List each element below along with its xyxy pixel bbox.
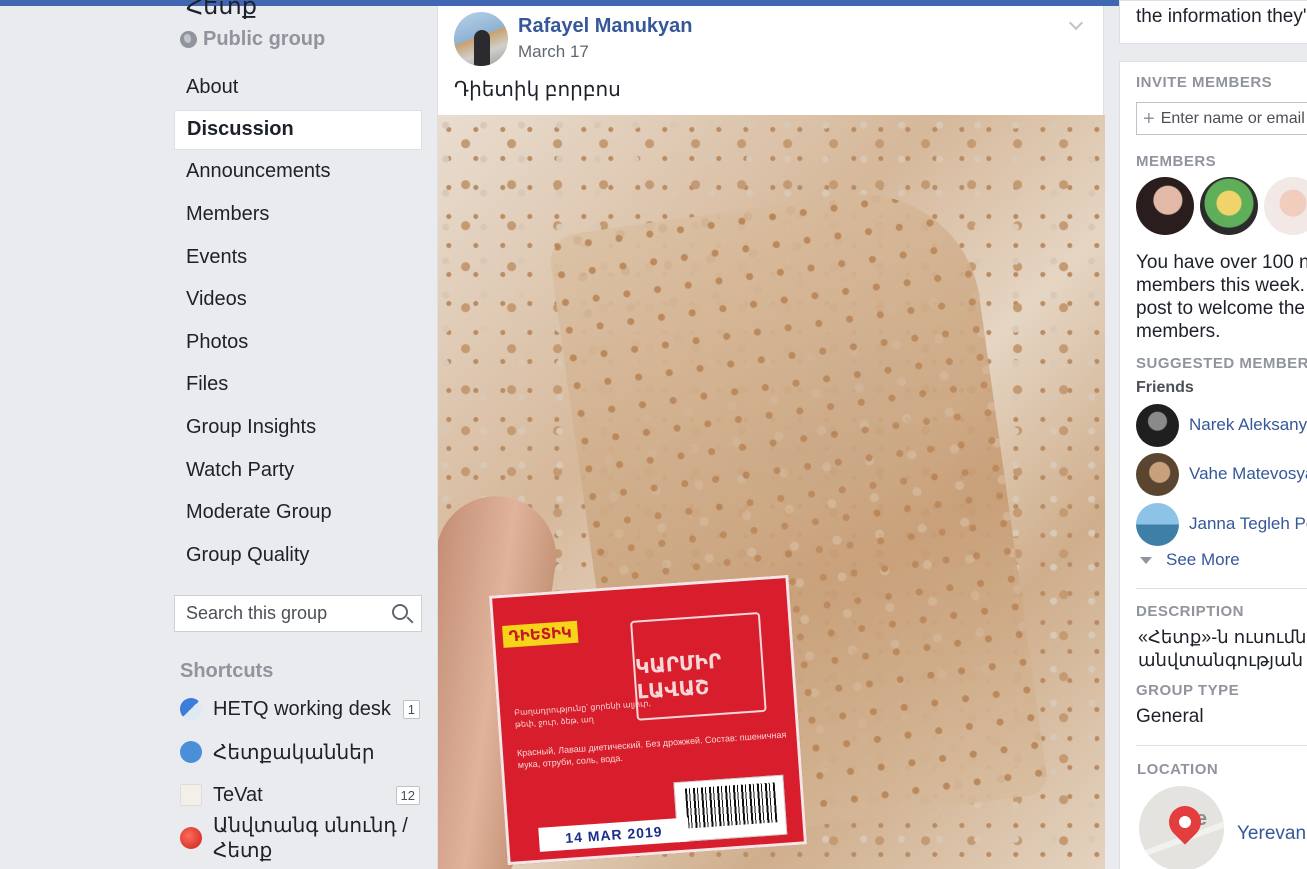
- search-input[interactable]: [186, 603, 382, 624]
- right-top-text: the information they're: [1136, 6, 1307, 27]
- barcode: [673, 774, 788, 843]
- friends-label: Friends: [1136, 379, 1194, 396]
- suggested-member-name[interactable]: Janna Tegleh Po: [1189, 514, 1307, 534]
- nav-item-members[interactable]: Members: [174, 193, 422, 236]
- left-sidebar: Հետք Public group About Discussion Annou…: [0, 0, 437, 869]
- avatar[interactable]: [1200, 177, 1258, 235]
- post-text: Դիետիկ բորբոս: [454, 79, 621, 101]
- suggested-member-name[interactable]: Narek Aleksanyan: [1189, 415, 1307, 435]
- nav-item-group-quality[interactable]: Group Quality: [174, 534, 422, 577]
- avatar: [1136, 452, 1179, 496]
- globe-icon: [180, 31, 197, 48]
- location-heading: LOCATION: [1137, 761, 1219, 778]
- group-privacy-label: Public group: [203, 28, 326, 50]
- nav-item-announcements[interactable]: Announcements: [174, 151, 422, 194]
- suggested-member[interactable]: Vahe Matevosyan: [1136, 452, 1307, 496]
- see-more-label: See More: [1166, 550, 1240, 569]
- nav-item-about[interactable]: About: [174, 66, 422, 109]
- group-title[interactable]: Հետք: [186, 0, 257, 21]
- tomato-icon: [180, 827, 202, 849]
- nav-item-videos[interactable]: Videos: [174, 278, 422, 321]
- see-more-button[interactable]: See More: [1140, 550, 1240, 570]
- avatar: [1136, 403, 1179, 447]
- shortcut-count-badge: 1: [402, 699, 420, 719]
- shield-icon: [180, 698, 202, 720]
- avatar: [1136, 502, 1179, 546]
- tevat-logo-icon: [180, 784, 202, 806]
- nav-item-group-insights[interactable]: Group Insights: [174, 406, 422, 449]
- label-ru-text: Красный, Лаваш диетический. Без дрожжей.…: [516, 729, 787, 771]
- invite-members-heading: INVITE MEMBERS: [1136, 74, 1273, 91]
- suggested-members-heading: SUGGESTED MEMBERS: [1136, 355, 1307, 372]
- right-column: INVITE MEMBERS + MEMBERS You have over 1…: [1119, 61, 1307, 869]
- shortcut-item[interactable]: Անվտանգ սնունդ / Հետք: [180, 815, 420, 862]
- suggested-member[interactable]: Narek Aleksanyan: [1136, 403, 1307, 447]
- shortcut-item[interactable]: Հետքականներ: [180, 732, 420, 772]
- avatar[interactable]: [1264, 177, 1307, 235]
- triangle-down-icon: [1140, 556, 1152, 564]
- shortcut-item[interactable]: TeVat 12: [180, 775, 420, 815]
- group-type-value: General: [1136, 706, 1204, 727]
- label-ingredients: Բաղադրությունը՝ ցորենի ալյուր, թեփ, ջուր…: [513, 698, 652, 730]
- group-type-heading: GROUP TYPE: [1136, 682, 1240, 699]
- group-description: «Հետք»-ն ուսումնասիր անվտանգության ոլորտ: [1138, 627, 1307, 670]
- post-photo[interactable]: ԴԻԵՏԻԿ ԿԱՐՄԻՐ ԼԱՎԱՇ Բաղադրությունը՝ ցորե…: [438, 115, 1105, 869]
- description-heading: DESCRIPTION: [1136, 603, 1245, 620]
- nav-item-events[interactable]: Events: [174, 236, 422, 279]
- shortcuts-heading: Shortcuts: [180, 660, 274, 682]
- nav-item-discussion[interactable]: Discussion: [174, 109, 422, 150]
- author-avatar[interactable]: [454, 12, 508, 66]
- nav-item-watch-party[interactable]: Watch Party: [174, 449, 422, 492]
- search-icon[interactable]: [392, 604, 408, 620]
- group-privacy: Public group: [180, 28, 325, 51]
- nav-item-moderate-group[interactable]: Moderate Group: [174, 491, 422, 534]
- location-link[interactable]: Yerevan,: [1237, 823, 1307, 845]
- nav-item-files[interactable]: Files: [174, 364, 422, 407]
- group-icon: [180, 741, 202, 763]
- members-heading[interactable]: MEMBERS: [1136, 153, 1216, 170]
- avatar[interactable]: [1136, 177, 1194, 235]
- suggested-member[interactable]: Janna Tegleh Po: [1136, 502, 1307, 546]
- new-members-text: You have over 100 new members this week.…: [1136, 252, 1307, 342]
- label-expiry: 14 MAR 2019: [538, 817, 690, 852]
- shortcut-item[interactable]: HETQ working desk 1: [180, 689, 420, 729]
- shortcut-count-badge: 12: [395, 785, 420, 805]
- post-card: Rafayel Manukyan March 17 Դիետիկ բորբոս …: [437, 6, 1105, 869]
- shortcut-label: HETQ working desk: [213, 697, 391, 720]
- location-map[interactable]: ere: [1139, 786, 1224, 869]
- right-top-card: the information they're: [1119, 0, 1307, 44]
- chevron-down-icon[interactable]: [1068, 15, 1084, 31]
- shortcut-label: TeVat: [213, 783, 263, 806]
- group-nav: About Discussion Announcements Members E…: [174, 66, 422, 577]
- post-date[interactable]: March 17: [518, 42, 589, 62]
- post-author[interactable]: Rafayel Manukyan: [518, 15, 693, 38]
- shortcut-label: Անվտանգ սնունդ / Հետք: [213, 815, 408, 862]
- invite-members-field: +: [1136, 102, 1307, 135]
- suggested-member-name[interactable]: Vahe Matevosyan: [1189, 464, 1307, 484]
- product-label: ԴԻԵՏԻԿ ԿԱՐՄԻՐ ԼԱՎԱՇ Բաղադրությունը՝ ցորե…: [488, 574, 808, 866]
- map-pin-icon: [1162, 799, 1208, 845]
- shortcut-label: Հետքականներ: [213, 741, 375, 764]
- group-search: [174, 595, 422, 632]
- plus-icon: +: [1143, 107, 1155, 130]
- label-tag: ԴԻԵՏԻԿ: [502, 620, 579, 648]
- invite-input[interactable]: [1160, 109, 1307, 128]
- nav-item-photos[interactable]: Photos: [174, 321, 422, 364]
